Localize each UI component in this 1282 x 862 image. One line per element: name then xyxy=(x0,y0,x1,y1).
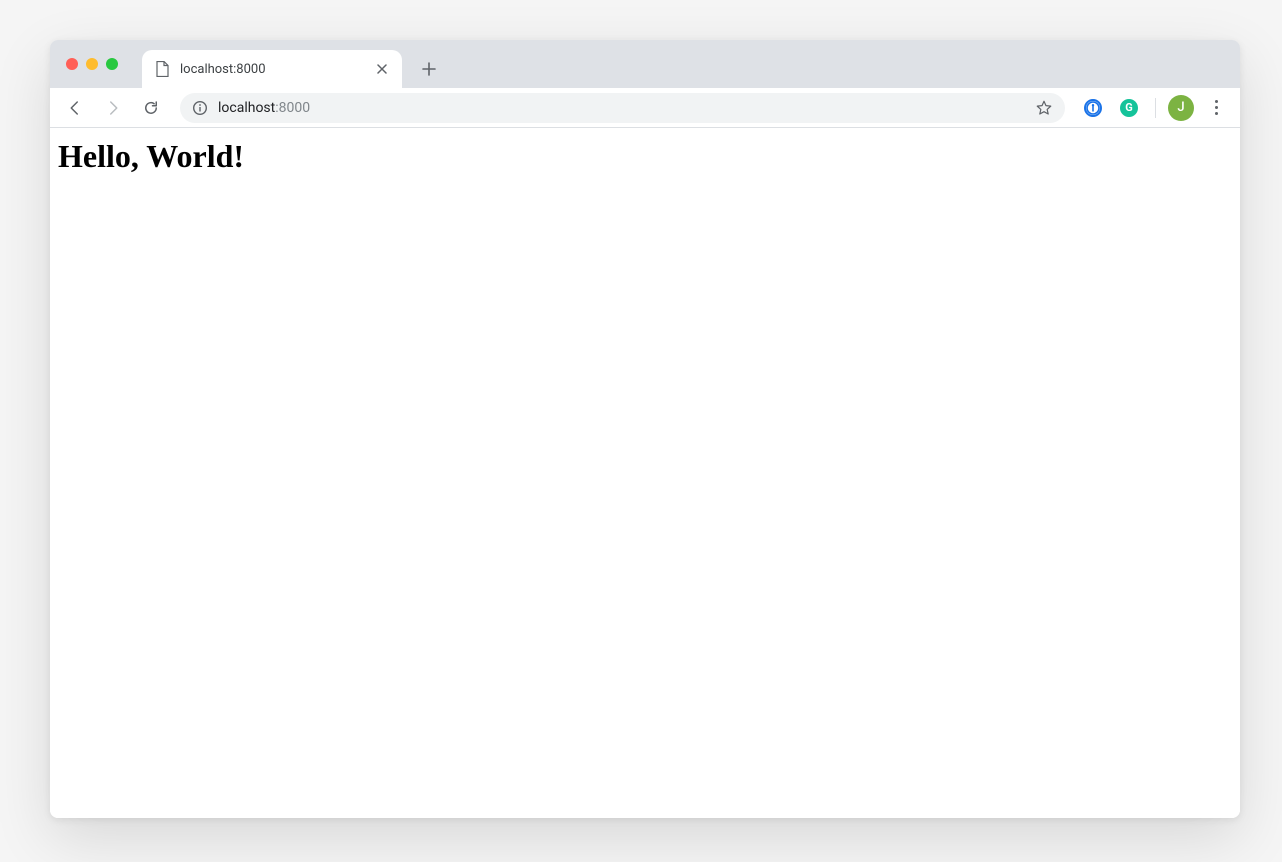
toolbar: localhost:8000 G J xyxy=(50,88,1240,128)
browser-menu-button[interactable] xyxy=(1202,94,1230,122)
tab-title: localhost:8000 xyxy=(180,62,374,77)
site-info-icon[interactable] xyxy=(192,100,208,116)
address-bar[interactable]: localhost:8000 xyxy=(180,93,1065,123)
url-port: :8000 xyxy=(275,100,310,116)
new-tab-button[interactable] xyxy=(414,54,444,84)
window-close-button[interactable] xyxy=(66,58,78,70)
page-content: Hello, World! xyxy=(50,128,1240,818)
file-icon xyxy=(154,61,170,77)
url-text: localhost:8000 xyxy=(218,100,310,116)
bookmark-star-icon[interactable] xyxy=(1035,99,1053,117)
reload-button[interactable] xyxy=(136,93,166,123)
forward-button[interactable] xyxy=(98,93,128,123)
back-button[interactable] xyxy=(60,93,90,123)
window-maximize-button[interactable] xyxy=(106,58,118,70)
tab-strip: localhost:8000 xyxy=(50,40,1240,88)
extension-grammarly-icon[interactable]: G xyxy=(1115,94,1143,122)
window-minimize-button[interactable] xyxy=(86,58,98,70)
page-heading: Hello, World! xyxy=(58,138,1232,175)
profile-initial: J xyxy=(1177,100,1184,115)
url-host: localhost xyxy=(218,100,275,116)
browser-window: localhost:8000 xyxy=(50,40,1240,818)
tab-close-button[interactable] xyxy=(374,61,390,77)
profile-avatar[interactable]: J xyxy=(1168,95,1194,121)
browser-tab[interactable]: localhost:8000 xyxy=(142,50,402,88)
toolbar-divider xyxy=(1155,98,1156,118)
window-controls xyxy=(66,58,118,70)
extension-1password-icon[interactable] xyxy=(1079,94,1107,122)
